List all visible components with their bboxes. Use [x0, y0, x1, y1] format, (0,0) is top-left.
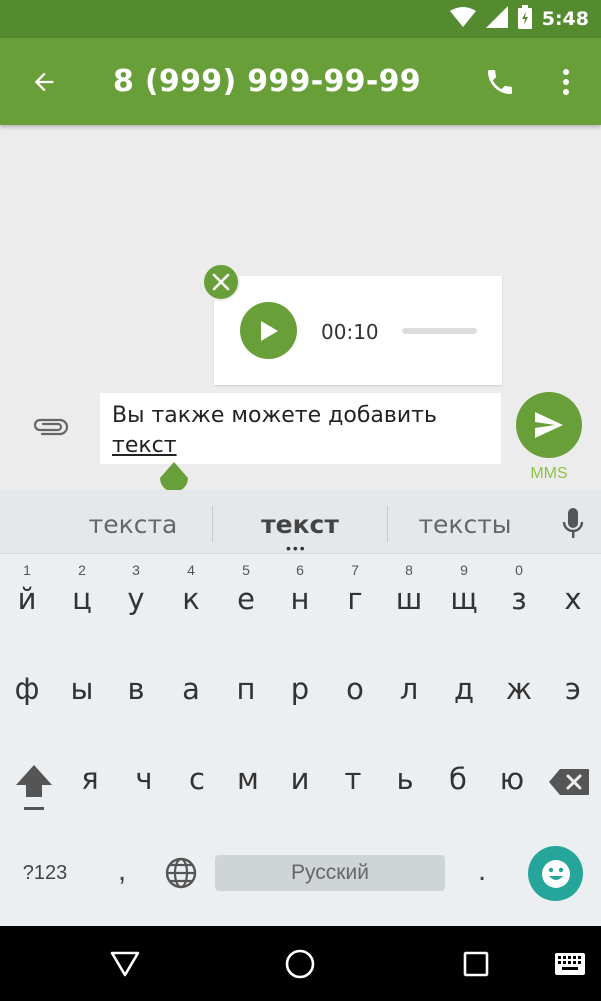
audio-progress-track[interactable]	[402, 328, 477, 334]
mms-label: MMS	[530, 465, 568, 482]
key-row1-2[interactable]: 2ц	[55, 558, 109, 638]
symbols-key[interactable]: ?123	[10, 850, 80, 896]
key-row2-9[interactable]: д	[437, 648, 491, 728]
app-bar: 8 (999) 999-99-99	[0, 38, 601, 125]
nav-home-button[interactable]	[272, 936, 328, 992]
close-icon	[212, 273, 230, 291]
key-row3-4[interactable]: м	[221, 738, 275, 818]
status-icons: 5:48	[449, 0, 589, 38]
key-row3-7[interactable]: ь	[378, 738, 432, 818]
key-row1-10[interactable]: 0з	[492, 558, 546, 638]
globe-icon	[165, 857, 197, 889]
nav-back-icon	[110, 951, 140, 977]
battery-icon	[517, 4, 532, 34]
wifi-icon	[449, 6, 476, 32]
keyboard: текста текст ••• тексты 1й 2ц 3у 4к 5е 6…	[0, 490, 601, 926]
more-suggestions-dots: •••	[286, 540, 307, 556]
comma-key[interactable]: ,	[100, 848, 144, 894]
shift-icon	[16, 765, 52, 810]
attach-button[interactable]	[28, 410, 72, 444]
backspace-icon	[549, 769, 589, 795]
suggestion-strip: текста текст ••• тексты	[0, 490, 601, 556]
message-text-main: Вы также можете добавить	[112, 403, 437, 428]
key-row1-4[interactable]: 4к	[164, 558, 218, 638]
key-row2-6[interactable]: р	[273, 648, 327, 728]
key-row3-3[interactable]: с	[170, 738, 224, 818]
key-row1-3[interactable]: 3у	[109, 558, 163, 638]
key-row1-1[interactable]: 1й	[0, 558, 54, 638]
back-button[interactable]	[18, 56, 70, 108]
audio-duration: 00:10	[321, 320, 379, 344]
play-button[interactable]	[240, 302, 297, 359]
emoji-button[interactable]	[528, 846, 583, 901]
remove-attachment-button[interactable]	[202, 263, 240, 301]
key-row1-5[interactable]: 5е	[219, 558, 273, 638]
key-row2-7[interactable]: о	[328, 648, 382, 728]
send-icon	[535, 412, 563, 438]
voice-input-button[interactable]	[556, 504, 590, 544]
key-row3-5[interactable]: и	[273, 738, 327, 818]
key-row3-6[interactable]: т	[326, 738, 380, 818]
conversation-title: 8 (999) 999-99-99	[113, 64, 421, 99]
space-key[interactable]: Русский	[215, 855, 445, 891]
period-key[interactable]: .	[460, 848, 504, 894]
language-key[interactable]	[160, 852, 202, 894]
key-row2-1[interactable]: ф	[0, 648, 54, 728]
key-row1-11[interactable]: х	[546, 558, 600, 638]
key-row2-11[interactable]: э	[546, 648, 600, 728]
shift-key[interactable]	[6, 758, 62, 818]
key-row1-6[interactable]: 6н	[273, 558, 327, 638]
message-text-composing: текст	[112, 433, 177, 458]
status-time: 5:48	[541, 8, 589, 30]
suggestion-right[interactable]: тексты	[390, 490, 540, 554]
navigation-bar	[0, 926, 601, 1001]
audio-attachment: 00:10	[214, 276, 502, 385]
key-row2-8[interactable]: л	[382, 648, 436, 728]
nav-recents-button[interactable]	[448, 936, 504, 992]
key-row3-2[interactable]: ч	[117, 738, 171, 818]
send-button[interactable]	[516, 392, 582, 458]
phone-icon	[488, 70, 512, 94]
key-row2-5[interactable]: п	[219, 648, 273, 728]
arrow-back-icon	[34, 72, 54, 92]
suggestion-divider	[212, 506, 213, 542]
key-row2-4[interactable]: а	[164, 648, 218, 728]
status-bar: 5:48	[0, 0, 601, 38]
key-row1-8[interactable]: 8ш	[382, 558, 436, 638]
message-text[interactable]: Вы также можете добавить текст	[112, 401, 491, 461]
emoji-icon	[541, 859, 570, 888]
key-row3-9[interactable]: ю	[485, 738, 539, 818]
key-row3-8[interactable]: б	[431, 738, 485, 818]
nav-recents-icon	[463, 951, 489, 977]
more-options-button[interactable]	[546, 56, 586, 108]
backspace-key[interactable]	[544, 764, 594, 800]
key-row1-9[interactable]: 9щ	[437, 558, 491, 638]
mic-icon	[562, 508, 584, 538]
signal-icon	[485, 5, 508, 33]
key-row2-10[interactable]: ж	[492, 648, 546, 728]
suggestion-left[interactable]: текста	[50, 490, 216, 554]
key-row1-7[interactable]: 7г	[328, 558, 382, 638]
suggestion-divider	[387, 506, 388, 542]
nav-home-icon	[285, 949, 315, 979]
call-button[interactable]	[474, 56, 526, 108]
key-row2-2[interactable]: ы	[55, 648, 109, 728]
play-icon	[260, 320, 278, 341]
paperclip-icon	[33, 418, 68, 436]
message-input[interactable]: Вы также можете добавить текст	[100, 393, 501, 464]
key-row2-3[interactable]: в	[109, 648, 163, 728]
keyboard-icon	[555, 953, 585, 975]
keyboard-switch-button[interactable]	[542, 936, 598, 992]
more-vert-icon	[563, 69, 569, 95]
key-row3-1[interactable]: я	[63, 738, 117, 818]
nav-back-button[interactable]	[97, 936, 153, 992]
